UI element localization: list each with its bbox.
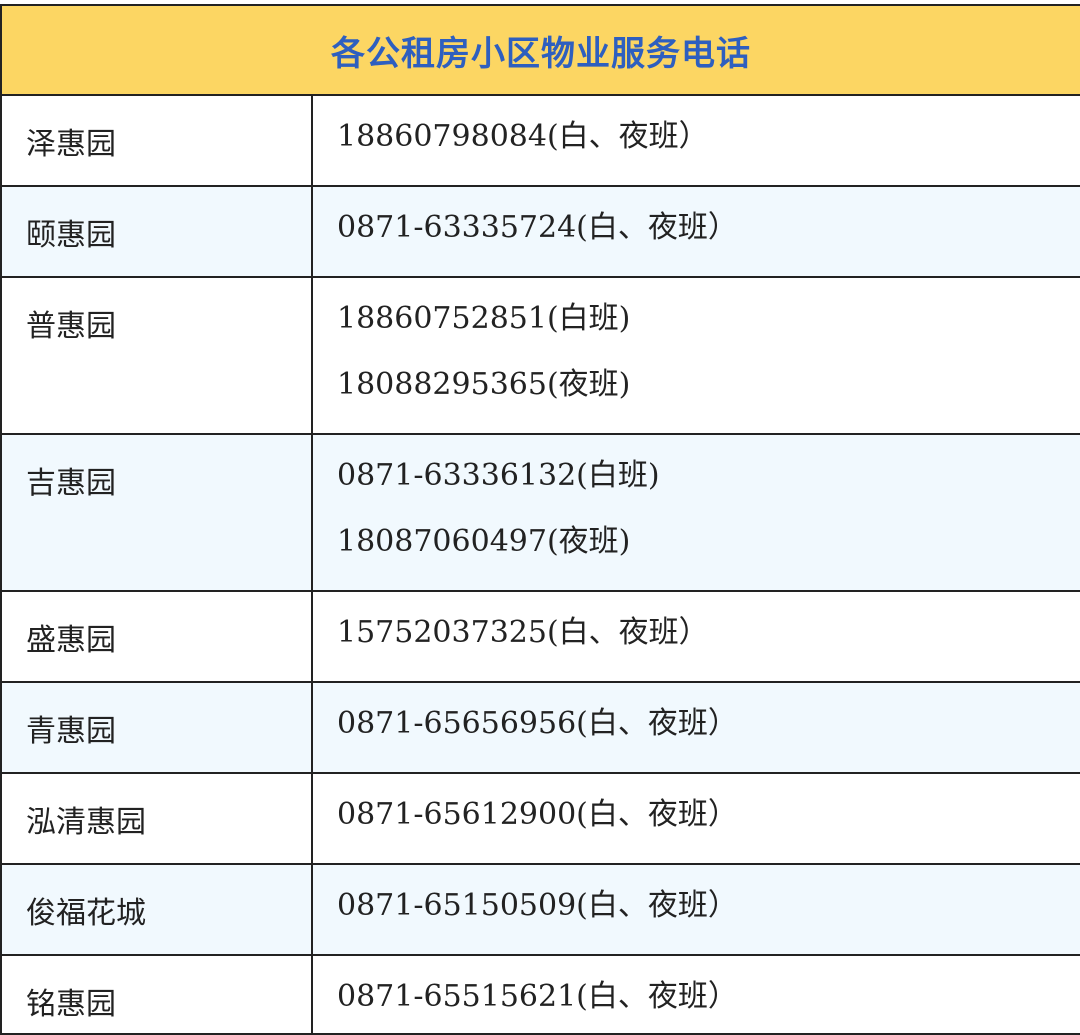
community-name: 泽惠园 [2,95,313,187]
table-title: 各公租房小区物业服务电话 [2,6,1080,96]
community-name: 青惠园 [2,682,313,774]
phone-cell: 18860752851(白班) 18088295365(夜班) [312,277,1080,435]
phone-number-day: 0871-63336132(白班) [337,458,660,493]
phone-cell: 18860798084(白、夜班） [312,95,1080,187]
phone-cell: 0871-63336132(白班) 18087060497(夜班) [312,434,1080,592]
phone-number: 18860798084(白、夜班） [337,119,709,154]
table-row: 普惠园 18860752851(白班) 18088295365(夜班) [2,277,1080,435]
table-row: 铭惠园 0871-65515621(白、夜班） [2,955,1080,1035]
phone-cell: 0871-65515621(白、夜班） [312,955,1080,1035]
phone-cell: 0871-65656956(白、夜班） [312,682,1080,774]
table-row: 泓清惠园 0871-65612900(白、夜班） [2,773,1080,865]
community-name: 普惠园 [2,277,313,435]
community-name: 铭惠园 [2,955,313,1035]
phone-cell: 0871-65612900(白、夜班） [312,773,1080,865]
phone-cell: 0871-65150509(白、夜班） [312,864,1080,956]
community-name: 颐惠园 [2,186,313,278]
phone-number: 0871-65150509(白、夜班） [337,888,738,923]
phone-directory-table: 各公租房小区物业服务电话 泽惠园 18860798084(白、夜班） 颐惠园 0… [0,4,1080,1035]
phone-cell: 15752037325(白、夜班） [312,591,1080,683]
table-row: 泽惠园 18860798084(白、夜班） [2,95,1080,187]
table-row: 吉惠园 0871-63336132(白班) 18087060497(夜班) [2,434,1080,592]
table-row: 盛惠园 15752037325(白、夜班） [2,591,1080,683]
phone-number: 15752037325(白、夜班） [337,615,709,650]
phone-number-night: 18088295365(夜班) [337,367,631,402]
phone-number: 0871-65515621(白、夜班） [337,979,738,1014]
community-name: 俊福花城 [2,864,313,956]
community-name: 盛惠园 [2,591,313,683]
phone-number: 0871-63335724(白、夜班） [337,210,738,245]
community-name: 泓清惠园 [2,773,313,865]
community-name: 吉惠园 [2,434,313,592]
phone-number: 0871-65612900(白、夜班） [337,797,738,832]
table-row: 颐惠园 0871-63335724(白、夜班） [2,186,1080,278]
phone-number: 0871-65656956(白、夜班） [337,706,738,741]
table-row: 俊福花城 0871-65150509(白、夜班） [2,864,1080,956]
table-row: 青惠园 0871-65656956(白、夜班） [2,682,1080,774]
table-header-row: 各公租房小区物业服务电话 [2,6,1080,96]
phone-number-day: 18860752851(白班) [337,301,631,336]
phone-cell: 0871-63335724(白、夜班） [312,186,1080,278]
phone-number-night: 18087060497(夜班) [337,524,631,559]
